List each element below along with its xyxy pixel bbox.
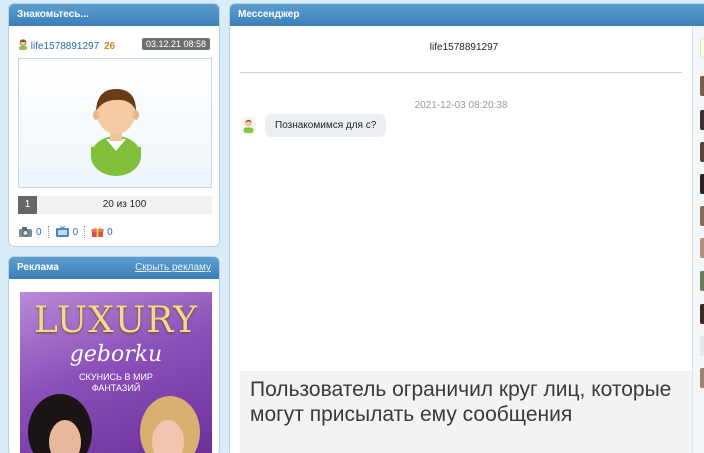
ad-panel-title: Реклама: [17, 262, 59, 273]
pager-current-page[interactable]: 1: [18, 196, 37, 214]
videos-count: 0: [72, 226, 79, 238]
contact-thumb[interactable]: [700, 368, 704, 388]
contact-thumb[interactable]: [700, 174, 704, 194]
messenger-header: Мессенджер: [230, 4, 704, 26]
chat-partner-name[interactable]: life1578891297: [240, 42, 688, 53]
videos-stat[interactable]: 0: [47, 226, 79, 238]
ad-banner-figures: [28, 394, 200, 453]
tv-icon: [55, 226, 69, 237]
camera-icon: [19, 227, 32, 237]
message-avatar-icon[interactable]: [241, 117, 256, 134]
ad-panel: Реклама Скрыть рекламу LUXURY geborku СК…: [8, 256, 220, 453]
stats-row: 0 0 0: [18, 224, 113, 240]
meet-panel-header: Знакомьтесь...: [9, 4, 219, 26]
gift-icon: [91, 227, 104, 237]
photos-stat[interactable]: 0: [18, 226, 42, 238]
user-icon: [19, 39, 27, 50]
date-badge: 03.12.21 08:58: [141, 38, 210, 50]
meet-panel-title: Знакомьтесь...: [17, 9, 89, 20]
user-line[interactable]: life1578891297 26: [18, 39, 115, 52]
contacts-strip: [692, 26, 704, 453]
photo-pager: 1 20 из 100: [18, 196, 212, 214]
pager-count: 20 из 100: [102, 199, 147, 210]
meet-panel: Знакомьтесь... life1578891297 26 03.12.2…: [8, 3, 220, 247]
contact-thumb[interactable]: [700, 271, 704, 291]
hide-ad-link[interactable]: Скрыть рекламу: [135, 257, 211, 279]
user-age: 26: [103, 41, 116, 52]
ad-panel-header: Реклама Скрыть рекламу: [9, 257, 219, 279]
contact-thumb[interactable]: [700, 76, 704, 96]
photos-count: 0: [36, 226, 42, 238]
messenger-panel: Мессенджер life1578891297 2021-12-03 08:…: [229, 3, 704, 453]
gifts-stat[interactable]: 0: [84, 226, 113, 238]
default-avatar-icon: [91, 89, 141, 176]
contact-thumb[interactable]: [700, 142, 704, 162]
profile-photo[interactable]: [18, 58, 212, 188]
user-name-link[interactable]: life1578891297: [31, 41, 99, 52]
gifts-count: 0: [107, 226, 113, 238]
restriction-notice: Пользователь ограничил круг лиц, которые…: [240, 371, 692, 453]
contact-thumb[interactable]: [700, 206, 704, 226]
message-bubble: Познакомимся для с?: [265, 114, 387, 137]
messenger-title: Мессенджер: [238, 9, 300, 20]
chat-divider: [240, 72, 682, 73]
contact-thumb[interactable]: [700, 336, 704, 356]
contact-thumb[interactable]: [700, 38, 704, 58]
message-timestamp: 2021-12-03 08:20:38: [414, 100, 508, 111]
contact-thumb[interactable]: [700, 110, 704, 130]
contact-thumb[interactable]: [700, 238, 704, 258]
ad-banner[interactable]: LUXURY geborku СКУНИСЬ В МИР ФАНТАЗИЙ: [20, 292, 212, 453]
contact-thumb[interactable]: [700, 304, 704, 324]
